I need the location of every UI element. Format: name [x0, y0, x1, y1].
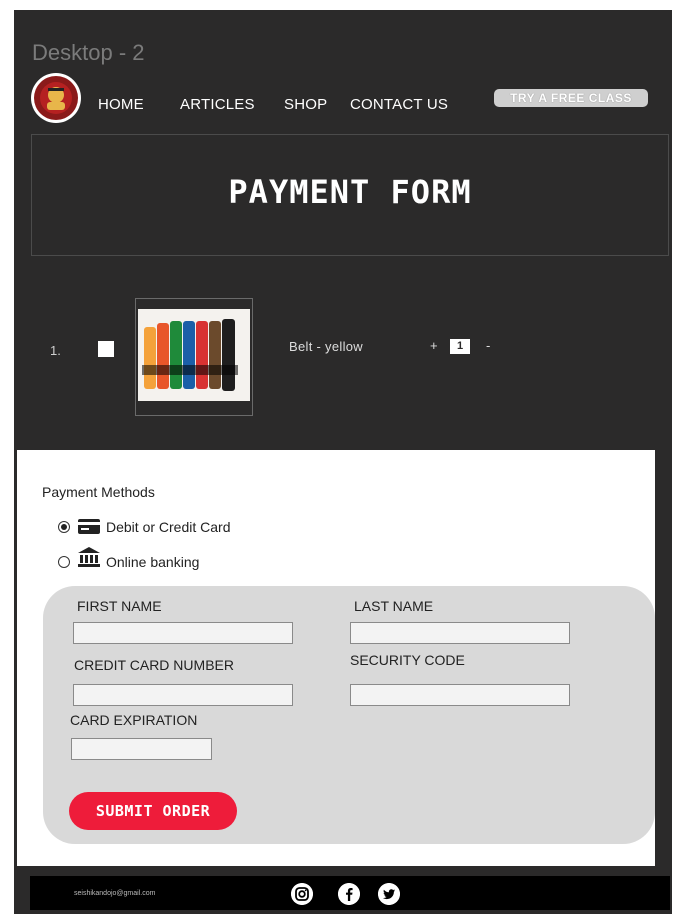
- credit-card-icon: [78, 519, 100, 534]
- last-name-label: LAST NAME: [354, 598, 434, 614]
- cart-item-number: 1.: [50, 343, 61, 358]
- quantity-decrease-button[interactable]: -: [486, 338, 490, 353]
- card-number-input[interactable]: [73, 684, 293, 706]
- quantity-increase-button[interactable]: +: [430, 338, 438, 353]
- payment-methods-heading: Payment Methods: [42, 484, 155, 500]
- online-banking-label[interactable]: Online banking: [106, 554, 199, 570]
- online-banking-radio[interactable]: [58, 556, 70, 568]
- cart-item-checkbox[interactable]: [98, 341, 114, 357]
- card-expiration-input[interactable]: [71, 738, 212, 760]
- page-banner: PAYMENT FORM: [31, 134, 669, 256]
- instagram-icon[interactable]: [291, 883, 313, 905]
- twitter-icon[interactable]: [378, 883, 400, 905]
- page-title: PAYMENT FORM: [228, 173, 472, 211]
- nav-contact-us[interactable]: CONTACT US: [350, 96, 448, 113]
- nav-shop[interactable]: SHOP: [284, 96, 327, 113]
- nav-home[interactable]: HOME: [98, 96, 144, 113]
- card-payment-radio[interactable]: [58, 521, 70, 533]
- submit-order-button[interactable]: SUBMIT ORDER: [69, 792, 237, 830]
- frame-title: Desktop - 2: [32, 40, 145, 65]
- belt-photo: [138, 309, 250, 401]
- security-code-input[interactable]: [350, 684, 570, 706]
- dojo-logo[interactable]: [30, 72, 82, 124]
- card-payment-label[interactable]: Debit or Credit Card: [106, 519, 231, 535]
- card-number-label: CREDIT CARD NUMBER: [74, 657, 234, 673]
- footer-email[interactable]: seishikandojo@gmail.com: [74, 890, 155, 897]
- quantity-value[interactable]: 1: [450, 339, 470, 354]
- nav-articles[interactable]: ARTICLES: [180, 96, 255, 113]
- cart-item-image: [135, 298, 253, 416]
- try-free-class-button[interactable]: TRY A FREE CLASS: [494, 89, 648, 107]
- bank-icon: [78, 547, 100, 567]
- first-name-input[interactable]: [73, 622, 293, 644]
- facebook-icon[interactable]: [338, 883, 360, 905]
- first-name-label: FIRST NAME: [77, 598, 162, 614]
- card-expiration-label: CARD EXPIRATION: [70, 712, 198, 728]
- security-code-label: SECURITY CODE: [350, 652, 465, 668]
- last-name-input[interactable]: [350, 622, 570, 644]
- cart-item-name: Belt - yellow: [289, 339, 363, 354]
